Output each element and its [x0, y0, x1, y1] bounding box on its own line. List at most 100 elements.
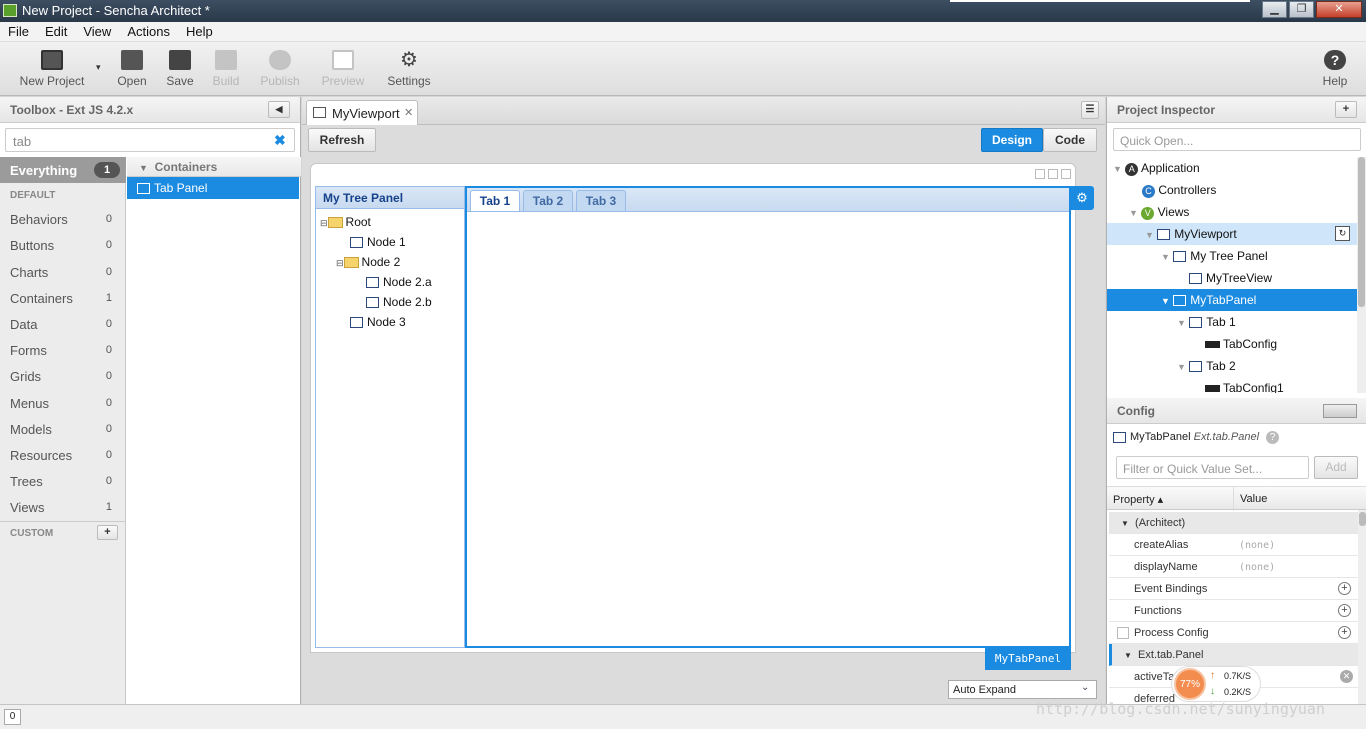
inspector-mytabpanel[interactable]: ▼ MyTabPanel [1107, 289, 1357, 311]
toolbox-search-input[interactable]: tab ✖ [5, 128, 295, 152]
inspector-tabconfig1[interactable]: TabConfig1 [1107, 377, 1357, 393]
tree-node-1[interactable]: Node 1 [350, 235, 406, 257]
collapse-left-icon[interactable]: ◀ [268, 101, 290, 118]
tab-panel[interactable]: Tab 1 Tab 2 Tab 3 [465, 186, 1071, 648]
category-charts[interactable]: Charts 0 [0, 259, 126, 285]
help-button[interactable]: ? Help [1318, 48, 1352, 92]
category-grids[interactable]: Grids 0 [0, 363, 126, 389]
tab-myviewport[interactable]: MyViewport ✕ [306, 100, 418, 125]
help-icon[interactable]: ? [1266, 431, 1280, 444]
design-toggle[interactable]: Design [981, 128, 1043, 152]
inspector-my-tree-panel[interactable]: ▼ My Tree Panel [1107, 245, 1357, 267]
inspector-scroll-thumb[interactable] [1358, 157, 1365, 307]
config-filter-input[interactable]: Filter or Quick Value Set... [1116, 456, 1309, 479]
list-menu-icon[interactable]: ☰ [1081, 101, 1099, 119]
prop-event-bindings[interactable]: Event Bindings + [1109, 578, 1359, 600]
config-scrollbar[interactable] [1358, 510, 1366, 704]
tree-panel[interactable]: My Tree Panel ⊟ Root Node 1 ⊟ Node 2 Node … [315, 186, 465, 648]
config-group-ext-tab-panel[interactable]: ▼ Ext.tab.Panel [1109, 644, 1359, 666]
network-monitor-widget[interactable]: 77% ↑ 0.7K/S ↓ 0.2K/S [1171, 666, 1261, 702]
inspector-tab-2[interactable]: ▼ Tab 2 [1107, 355, 1357, 377]
close-window-button[interactable]: ✕ [1316, 1, 1362, 18]
tree-node-2[interactable]: ⊟ Node 2 [336, 255, 400, 277]
config-view-toggle-icon[interactable] [1323, 404, 1357, 418]
clear-value-icon[interactable]: ✕ [1340, 670, 1353, 683]
tree-node-3[interactable]: Node 3 [350, 315, 406, 337]
close-tab-icon[interactable]: ✕ [404, 106, 413, 119]
maximize-button[interactable]: ❐ [1289, 1, 1314, 18]
category-forms[interactable]: Forms 0 [0, 337, 126, 363]
inspector-scrollbar[interactable] [1357, 157, 1366, 393]
add-process-config-icon[interactable]: + [1338, 626, 1351, 639]
category-behaviors[interactable]: Behaviors 0 [0, 206, 126, 232]
column-value[interactable]: Value [1240, 493, 1267, 505]
quick-open-input[interactable]: Quick Open... [1113, 128, 1361, 151]
inspector-tabconfig[interactable]: TabConfig [1107, 333, 1357, 355]
add-item-button[interactable]: + [1335, 101, 1357, 118]
config-scroll-thumb[interactable] [1359, 512, 1366, 526]
tab-3[interactable]: Tab 3 [576, 190, 626, 211]
menu-help[interactable]: Help [178, 22, 221, 39]
menu-actions[interactable]: Actions [119, 22, 178, 39]
category-menus[interactable]: Menus 0 [0, 390, 126, 416]
category-everything[interactable]: Everything 1 [0, 157, 126, 183]
prop-process-config[interactable]: Process Config + [1109, 622, 1359, 644]
prop-display-name[interactable]: displayName (none) [1109, 556, 1359, 578]
menu-view[interactable]: View [75, 22, 119, 39]
category-label: Models [10, 422, 52, 437]
category-resources[interactable]: Resources 0 [0, 442, 126, 468]
minimize-button[interactable]: ▁ [1262, 1, 1287, 18]
publish-button[interactable]: Publish [256, 48, 304, 92]
inspector-controllers[interactable]: C Controllers [1107, 179, 1357, 201]
inspector-application[interactable]: ▼ A Application [1107, 157, 1357, 179]
config-add-button[interactable]: Add [1314, 456, 1358, 479]
config-group-architect[interactable]: ▼ (Architect) [1109, 512, 1359, 534]
column-property[interactable]: Property ▴ [1113, 493, 1163, 506]
open-button[interactable]: Open [112, 48, 152, 92]
tab-1[interactable]: Tab 1 [470, 190, 520, 211]
menu-file[interactable]: File [0, 22, 37, 39]
frame-size-icon[interactable] [1048, 169, 1058, 179]
tree-node-2a[interactable]: Node 2.a [366, 275, 432, 297]
add-custom-button[interactable]: + [97, 525, 118, 540]
inspector-views[interactable]: ▼ V Views [1107, 201, 1357, 223]
inspector-mytreeview[interactable]: MyTreeView [1107, 267, 1357, 289]
prop-name: Functions [1134, 605, 1182, 617]
tree-node-root[interactable]: ⊟ Root [320, 215, 371, 237]
build-button[interactable]: Build [206, 48, 246, 92]
category-trees[interactable]: Trees 0 [0, 468, 126, 494]
category-containers[interactable]: Containers 1 [0, 285, 126, 311]
settings-button[interactable]: ⚙ Settings [384, 48, 434, 92]
open-in-canvas-icon[interactable]: ↻ [1335, 226, 1350, 241]
save-button[interactable]: Save [160, 48, 200, 92]
add-function-icon[interactable]: + [1338, 604, 1351, 617]
clear-search-icon[interactable]: ✖ [274, 132, 286, 149]
tree-node-2b[interactable]: Node 2.b [366, 295, 432, 317]
frame-size-icon[interactable] [1035, 169, 1045, 179]
code-toggle[interactable]: Code [1043, 128, 1097, 152]
new-project-button[interactable]: New Project [14, 48, 90, 92]
menu-edit[interactable]: Edit [37, 22, 75, 39]
tab-2[interactable]: Tab 2 [523, 190, 573, 211]
component-settings-gear-icon[interactable]: ⚙ [1070, 186, 1094, 210]
prop-value[interactable]: (none) [1239, 562, 1275, 573]
inspector-myviewport[interactable]: ▼ MyViewport [1107, 223, 1357, 245]
process-config-checkbox[interactable] [1117, 627, 1129, 639]
category-models[interactable]: Models 0 [0, 416, 126, 442]
status-count[interactable]: 0 [4, 709, 21, 725]
refresh-button[interactable]: Refresh [308, 128, 376, 152]
results-group-header[interactable]: ▼ Containers [127, 157, 301, 177]
auto-expand-select[interactable]: Auto Expand ⌄ [948, 680, 1097, 699]
category-views[interactable]: Views 1 [0, 494, 126, 520]
toolbox-item-tab-panel[interactable]: Tab Panel [127, 177, 299, 199]
add-event-binding-icon[interactable]: + [1338, 582, 1351, 595]
category-data[interactable]: Data 0 [0, 311, 126, 337]
category-buttons[interactable]: Buttons 0 [0, 232, 126, 258]
frame-size-icon[interactable] [1061, 169, 1071, 179]
preview-button[interactable]: Preview [318, 48, 368, 92]
new-project-dropdown-icon[interactable]: ▾ [96, 62, 101, 73]
inspector-tab-1[interactable]: ▼ Tab 1 [1107, 311, 1357, 333]
prop-create-alias[interactable]: createAlias (none) [1109, 534, 1359, 556]
prop-functions[interactable]: Functions + [1109, 600, 1359, 622]
prop-value[interactable]: (none) [1239, 540, 1275, 551]
